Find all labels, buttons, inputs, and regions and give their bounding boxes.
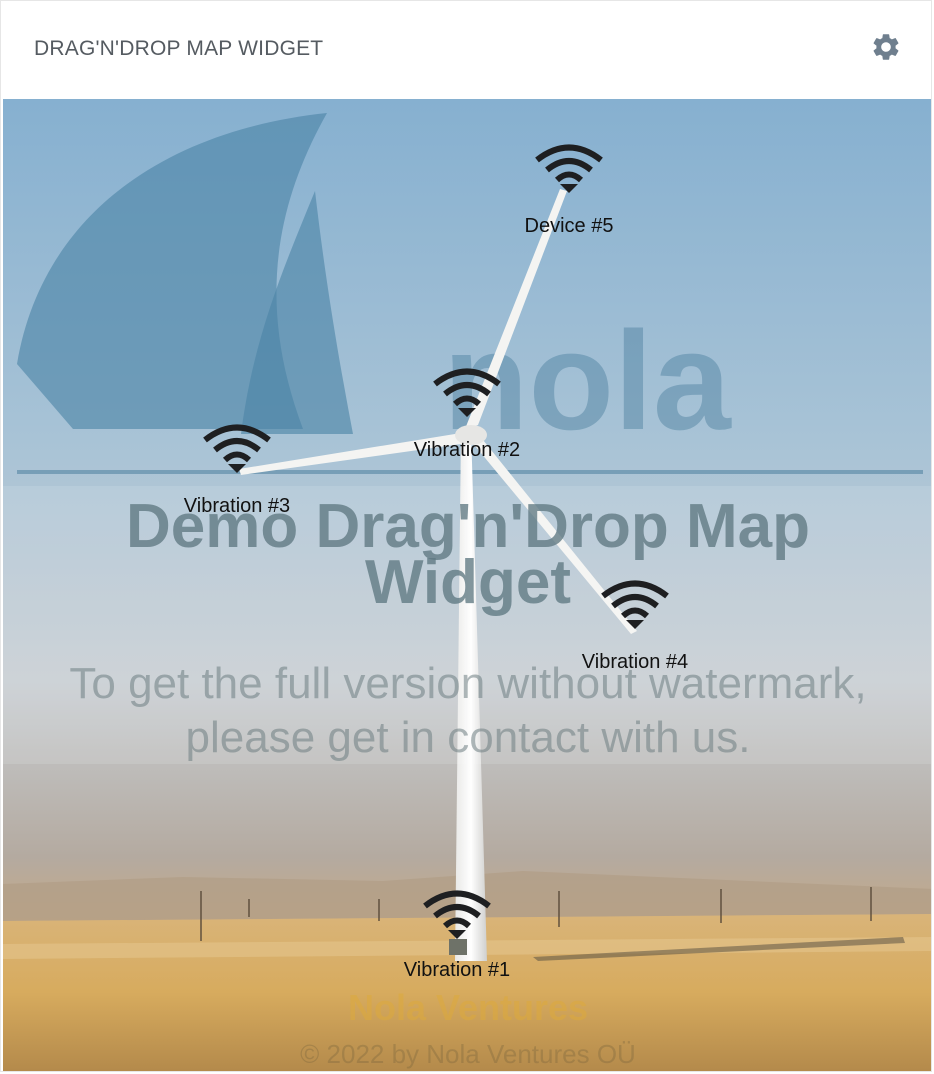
- watermark-title-line2: Widget: [364, 548, 572, 617]
- wifi-icon: [433, 368, 501, 417]
- device-marker-1[interactable]: Vibration #1: [404, 887, 510, 981]
- device-label: Vibration #3: [183, 495, 291, 517]
- device-label: Vibration #2: [413, 439, 521, 461]
- watermark-text: To get the full version without watermar…: [3, 657, 931, 765]
- device-marker-2[interactable]: Vibration #2: [414, 365, 520, 461]
- device-label: Device #5: [524, 215, 614, 237]
- widget-card: DRAG'N'DROP MAP WIDGET nola Demo Drag'n'…: [0, 0, 932, 1072]
- watermark-brand: Nola Ventures: [347, 987, 589, 1028]
- device-label: Vibration #4: [581, 651, 689, 673]
- wifi-icon: [601, 580, 669, 629]
- watermark-copyright: © 2022 by Nola Ventures OÜ: [300, 1039, 636, 1069]
- device-marker-5[interactable]: Device #5: [525, 141, 613, 237]
- wifi-icon: [423, 890, 491, 939]
- device-label: Vibration #1: [403, 959, 511, 981]
- gear-icon[interactable]: [870, 31, 902, 63]
- device-marker-3[interactable]: Vibration #3: [184, 421, 290, 517]
- wifi-icon: [203, 424, 271, 473]
- map-canvas[interactable]: nola Demo Drag'n'Drop Map Widget To get …: [3, 99, 931, 1071]
- widget-header: DRAG'N'DROP MAP WIDGET: [1, 1, 931, 97]
- watermark-text-line2: please get in contact with us.: [185, 713, 751, 762]
- widget-title: DRAG'N'DROP MAP WIDGET: [34, 37, 324, 60]
- watermark-title: Demo Drag'n'Drop Map Widget: [3, 496, 931, 617]
- device-marker-4[interactable]: Vibration #4: [582, 577, 688, 673]
- watermark-text-line1: To get the full version without watermar…: [69, 659, 867, 708]
- wifi-icon: [535, 144, 603, 193]
